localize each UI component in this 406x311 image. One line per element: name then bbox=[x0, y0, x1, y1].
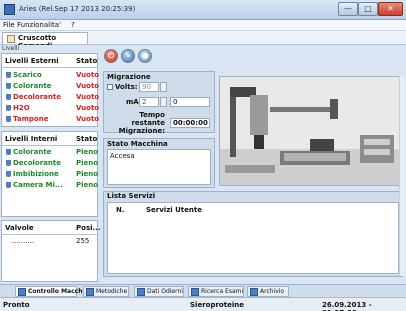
stato-macchina-group: Stato Macchina Accesa bbox=[103, 138, 215, 188]
migrazione-title: Migrazione bbox=[107, 73, 151, 81]
minimize-button[interactable]: — bbox=[338, 2, 358, 16]
ma-stepper-arrows[interactable] bbox=[160, 97, 167, 107]
divider bbox=[2, 234, 97, 235]
settings-button[interactable]: ✎ bbox=[121, 49, 135, 63]
livelli-esterni-state-header: Stato bbox=[76, 57, 98, 65]
ma-stepper[interactable]: 2 bbox=[139, 97, 159, 107]
status-bar: Pronto Sieroproteine 26.09.2013 - 21:37:… bbox=[0, 297, 406, 311]
menu-bar: File Funzionalita' ? bbox=[0, 20, 406, 31]
machine-photo-graphic bbox=[220, 77, 402, 185]
livelli-interni-header: Livelli Interni bbox=[5, 135, 58, 143]
divider bbox=[2, 145, 97, 146]
menu-help[interactable]: ? bbox=[71, 21, 75, 29]
tab-dati-odierni[interactable]: Dati Odierni bbox=[134, 286, 184, 297]
list-item: Tampone bbox=[6, 115, 48, 123]
list-item: Scarico bbox=[6, 71, 42, 79]
power-button[interactable]: ⏻ bbox=[104, 49, 118, 63]
status-value: Vuoto bbox=[76, 93, 100, 101]
tempo-label: Tempo restante Migrazione: bbox=[118, 111, 165, 135]
status-ready: Pronto bbox=[3, 301, 30, 309]
status-value: Vuoto bbox=[76, 115, 100, 123]
tab-controllo-macchina[interactable]: Controllo Macchina bbox=[15, 286, 93, 297]
table-cell: .......... bbox=[12, 237, 35, 245]
vertical-scrollbar[interactable] bbox=[399, 76, 405, 276]
livelli-esterni-panel: Livelli Esterni Stato Scarico Vuoto Colo… bbox=[1, 53, 100, 127]
stato-macchina-field[interactable]: Accesa bbox=[107, 149, 211, 185]
status-datetime: 26.09.2013 - 21:37:28 bbox=[322, 301, 372, 311]
lista-servizi-title: Lista Servizi bbox=[107, 192, 156, 200]
status-method: Sieroproteine bbox=[190, 301, 244, 309]
valvole-pos-header: Posi... bbox=[76, 224, 101, 232]
livelli-caption: Livelli bbox=[2, 45, 20, 52]
list-item: Camera Mi... bbox=[6, 181, 63, 189]
status-value: Vuoto bbox=[76, 82, 100, 90]
migrazione-group: Migrazione Volts: 90 mA: 2 0 Tempo resta… bbox=[103, 71, 215, 135]
tab-ricerca-esami[interactable]: Ricerca Esami bbox=[188, 286, 244, 297]
tab-archivio[interactable]: Archivio bbox=[247, 286, 289, 297]
volts-stepper-arrows[interactable] bbox=[160, 82, 167, 92]
lista-servizi-group: Lista Servizi N. Servizi Utente bbox=[103, 191, 403, 277]
volts-label: Volts: bbox=[115, 83, 138, 91]
level-icon bbox=[6, 182, 11, 188]
list-item: Decolorante bbox=[6, 93, 61, 101]
menu-funzionalita[interactable]: Funzionalita' bbox=[17, 21, 61, 29]
status-value: Vuoto bbox=[76, 71, 100, 79]
level-icon bbox=[6, 72, 11, 78]
volts-checkbox[interactable] bbox=[107, 84, 113, 90]
maximize-button[interactable]: □ bbox=[358, 2, 378, 16]
status-value: Pieno bbox=[76, 170, 99, 178]
level-icon bbox=[6, 116, 11, 122]
wrench-icon: ✎ bbox=[124, 51, 132, 60]
power-icon: ⏻ bbox=[107, 51, 115, 60]
servizi-table[interactable]: N. Servizi Utente bbox=[107, 202, 399, 274]
table-cell: 255 bbox=[76, 237, 90, 245]
disc-icon: ● bbox=[141, 51, 149, 60]
volts-stepper[interactable]: 90 bbox=[139, 82, 159, 92]
title-bar: Aries (Rel.Sep 17 2013 20:25:39) — □ ✕ bbox=[0, 0, 406, 20]
column-header-servizi[interactable]: Servizi Utente bbox=[146, 206, 202, 214]
level-icon bbox=[6, 160, 11, 166]
close-button[interactable]: ✕ bbox=[378, 2, 403, 16]
livelli-esterni-header: Livelli Esterni bbox=[5, 57, 59, 65]
main-panel: Livelli Livelli Esterni Stato Scarico Vu… bbox=[0, 45, 406, 284]
status-value: Vuoto bbox=[76, 104, 100, 112]
livelli-interni-panel: Livelli Interni Stato Colorante Pieno De… bbox=[1, 131, 98, 217]
archive-icon bbox=[250, 288, 258, 296]
app-icon bbox=[4, 4, 15, 15]
stato-macchina-title: Stato Macchina bbox=[107, 140, 168, 148]
divider bbox=[2, 67, 97, 68]
level-icon bbox=[6, 83, 11, 89]
bottom-tab-bar: Controllo Macchina Metodiche Dati Odiern… bbox=[0, 284, 406, 297]
level-icon bbox=[6, 149, 11, 155]
list-item: Decolorante bbox=[6, 159, 61, 167]
list-item: H2O bbox=[6, 104, 30, 112]
list-item: Imbibizione bbox=[6, 170, 59, 178]
machine-photo bbox=[219, 76, 403, 186]
status-value: Pieno bbox=[76, 148, 99, 156]
dashboard-icon bbox=[7, 35, 15, 43]
list-item: Colorante bbox=[6, 82, 51, 90]
level-icon bbox=[6, 94, 11, 100]
methods-icon bbox=[86, 288, 94, 296]
status-value: Pieno bbox=[76, 181, 99, 189]
tempo-field[interactable]: 00:00:00 bbox=[170, 118, 210, 128]
status-value: Pieno bbox=[76, 159, 99, 167]
window-title: Aries (Rel.Sep 17 2013 20:25:39) bbox=[19, 5, 136, 13]
level-icon bbox=[6, 171, 11, 177]
disc-button[interactable]: ● bbox=[138, 49, 152, 63]
level-icon bbox=[6, 105, 11, 111]
data-icon bbox=[137, 288, 145, 296]
menu-file[interactable]: File bbox=[3, 21, 15, 29]
machine-icon bbox=[18, 288, 26, 296]
valvole-header: Valvole bbox=[5, 224, 34, 232]
column-header-n[interactable]: N. bbox=[116, 206, 125, 214]
ma-field[interactable]: 0 bbox=[170, 97, 210, 107]
valvole-panel: Valvole Posi... .......... 255 bbox=[1, 220, 101, 282]
livelli-interni-state-header: Stato bbox=[76, 135, 98, 143]
toolbar: Cruscotto Comandi bbox=[0, 31, 406, 50]
tab-metodiche[interactable]: Metodiche bbox=[83, 286, 129, 297]
search-icon bbox=[191, 288, 199, 296]
cruscotto-comandi-tab[interactable]: Cruscotto Comandi bbox=[2, 32, 88, 50]
list-item: Colorante bbox=[6, 148, 51, 156]
